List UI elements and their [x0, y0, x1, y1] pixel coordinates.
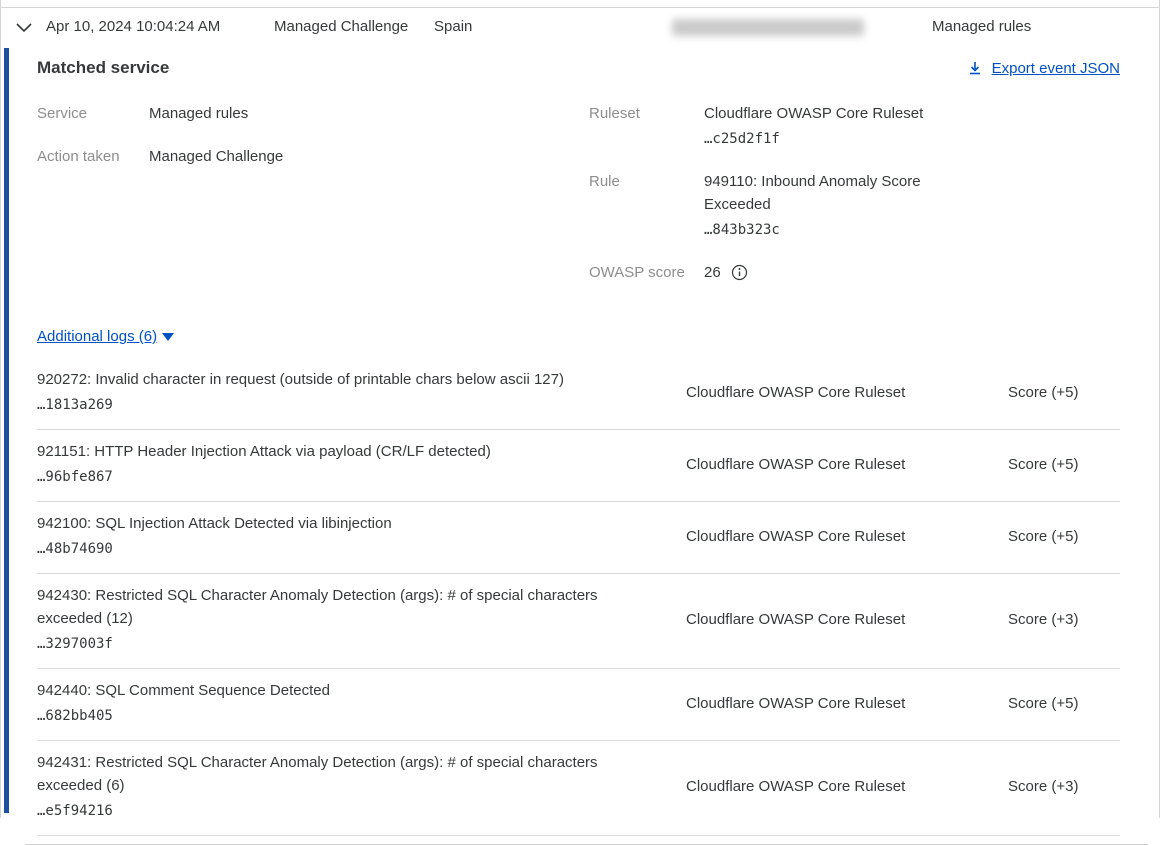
log-ruleset: Cloudflare OWASP Core Ruleset — [686, 456, 1008, 473]
log-description: 942440: SQL Comment Sequence Detected …6… — [37, 679, 686, 727]
log-id-hash: …e5f94216 — [37, 800, 626, 822]
matched-service-panel: Matched service Export event JSON Servic… — [2, 48, 1158, 818]
detail-value: Managed rules — [149, 102, 248, 125]
caret-down-icon — [162, 333, 174, 341]
rule-name: 949110: Inbound Anomaly Score Exceeded — [704, 173, 921, 213]
log-description: 920272: Invalid character in request (ou… — [37, 368, 686, 416]
additional-logs-label: Additional logs (6) — [37, 328, 157, 345]
detail-label: Rule — [589, 170, 704, 241]
event-action: Managed Challenge — [274, 18, 408, 35]
detail-ruleset: Ruleset Cloudflare OWASP Core Ruleset …c… — [589, 102, 1120, 150]
event-country: Spain — [434, 18, 472, 35]
detail-owasp-score: OWASP score 26 — [589, 261, 1120, 284]
log-ruleset: Cloudflare OWASP Core Ruleset — [686, 695, 1008, 712]
log-row: 942100: SQL Injection Attack Detected vi… — [37, 502, 1120, 574]
detail-action-taken: Action taken Managed Challenge — [37, 145, 589, 168]
export-event-json-link[interactable]: Export event JSON — [967, 60, 1120, 77]
info-icon[interactable] — [731, 264, 748, 281]
log-row: 920272: Invalid character in request (ou… — [37, 358, 1120, 430]
panel-title: Matched service — [37, 58, 169, 78]
log-score: Score (+5) — [1008, 528, 1120, 545]
owasp-score-value: 26 — [704, 261, 721, 284]
event-detail-sheet: Apr 10, 2024 10:04:24 AM Managed Challen… — [0, 0, 1160, 818]
event-summary-row[interactable]: Apr 10, 2024 10:04:24 AM Managed Challen… — [2, 8, 1158, 48]
detail-service: Service Managed rules — [37, 102, 589, 125]
log-score: Score (+5) — [1008, 695, 1120, 712]
detail-label: Ruleset — [589, 102, 704, 150]
log-row: 921151: HTTP Header Injection Attack via… — [37, 430, 1120, 502]
log-description: 942431: Restricted SQL Character Anomaly… — [37, 751, 686, 822]
detail-label: OWASP score — [589, 261, 704, 284]
log-description: 921151: HTTP Header Injection Attack via… — [37, 440, 686, 488]
log-ruleset: Cloudflare OWASP Core Ruleset — [686, 611, 1008, 628]
log-ruleset: Cloudflare OWASP Core Ruleset — [686, 528, 1008, 545]
log-description: 942100: SQL Injection Attack Detected vi… — [37, 512, 686, 560]
redacted-value — [672, 19, 864, 36]
log-score: Score (+5) — [1008, 456, 1120, 473]
log-row: 942431: Restricted SQL Character Anomaly… — [37, 741, 1120, 836]
log-id-hash: …96bfe867 — [37, 466, 626, 488]
detail-grid: Service Managed rules Action taken Manag… — [37, 102, 1120, 304]
log-description: 942430: Restricted SQL Character Anomaly… — [37, 584, 686, 655]
log-id-hash: …48b74690 — [37, 538, 626, 560]
download-icon — [967, 60, 983, 76]
log-ruleset: Cloudflare OWASP Core Ruleset — [686, 384, 1008, 401]
ruleset-name: Cloudflare OWASP Core Ruleset — [704, 105, 923, 122]
chevron-down-icon[interactable] — [15, 20, 33, 36]
log-ruleset: Cloudflare OWASP Core Ruleset — [686, 778, 1008, 795]
log-score: Score (+3) — [1008, 611, 1120, 628]
log-row: 942440: SQL Comment Sequence Detected …6… — [37, 669, 1120, 741]
log-id-hash: …1813a269 — [37, 394, 626, 416]
event-service: Managed rules — [932, 18, 1031, 35]
log-score: Score (+5) — [1008, 384, 1120, 401]
log-score: Score (+3) — [1008, 778, 1120, 795]
ruleset-id-hash: …c25d2f1f — [704, 128, 923, 150]
detail-label: Action taken — [37, 145, 149, 168]
detail-label: Service — [37, 102, 149, 125]
event-timestamp: Apr 10, 2024 10:04:24 AM — [46, 18, 220, 35]
rule-id-hash: …843b323c — [704, 219, 944, 241]
detail-rule: Rule 949110: Inbound Anomaly Score Excee… — [589, 170, 1120, 241]
export-label: Export event JSON — [992, 60, 1120, 77]
log-row: 942430: Restricted SQL Character Anomaly… — [37, 574, 1120, 669]
detail-value: 949110: Inbound Anomaly Score Exceeded …… — [704, 170, 944, 241]
detail-value: Managed Challenge — [149, 145, 283, 168]
additional-logs-toggle[interactable]: Additional logs (6) — [37, 328, 174, 345]
log-id-hash: …682bb405 — [37, 705, 626, 727]
additional-logs-table: 920272: Invalid character in request (ou… — [37, 358, 1120, 836]
log-id-hash: …3297003f — [37, 633, 626, 655]
detail-value: Cloudflare OWASP Core Ruleset …c25d2f1f — [704, 102, 923, 150]
